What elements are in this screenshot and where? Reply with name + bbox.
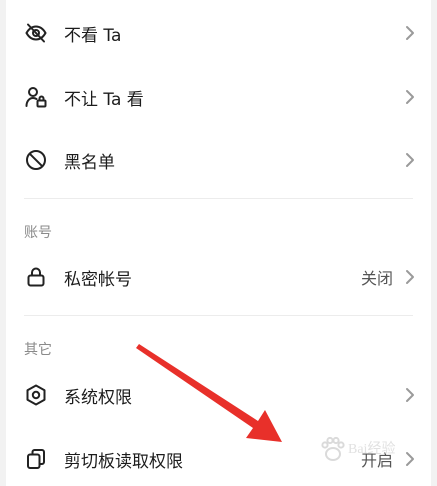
section-title-other: 其它 [24,342,52,358]
user-lock-icon [25,87,47,108]
row-blacklist[interactable]: 黑名单 [6,135,431,185]
private-account-status: 关闭 [360,269,393,288]
watermark-text: Bai经验 [348,442,396,457]
row-hide-my-posts[interactable]: 不让 Ta 看 [6,72,431,122]
row-label: 系统权限 [64,387,132,408]
row-label: 黑名单 [64,152,115,173]
watermark-logo: Bai经验 [318,428,428,474]
divider [24,315,413,316]
row-label: 私密帐号 [64,269,132,290]
chevron-right-icon [406,153,414,167]
chevron-right-icon [406,26,414,40]
divider [24,198,413,199]
block-icon [26,150,46,170]
row-label: 不让 Ta 看 [64,89,144,110]
row-label: 不看 Ta [64,25,122,46]
chevron-right-icon [406,90,414,104]
lock-icon [27,267,45,287]
row-hide-their-posts[interactable]: 不看 Ta [6,8,431,58]
chevron-right-icon [406,270,414,284]
clipboard-copy-icon [27,449,45,469]
settings-panel: 不看 Ta 不让 Ta 看 黑名单 账号 私密帐号 关闭 其它 系统权限 剪切板… [6,0,431,486]
paw-logo-icon [321,436,345,461]
eye-off-icon [25,23,47,43]
chevron-right-icon [406,388,414,402]
hexagon-settings-icon [26,384,46,406]
row-system-permissions[interactable]: 系统权限 [6,370,431,420]
right-edge [431,0,437,486]
row-private-account[interactable]: 私密帐号 关闭 [6,252,431,302]
section-title-account: 账号 [24,225,52,241]
row-label: 剪切板读取权限 [64,451,183,472]
